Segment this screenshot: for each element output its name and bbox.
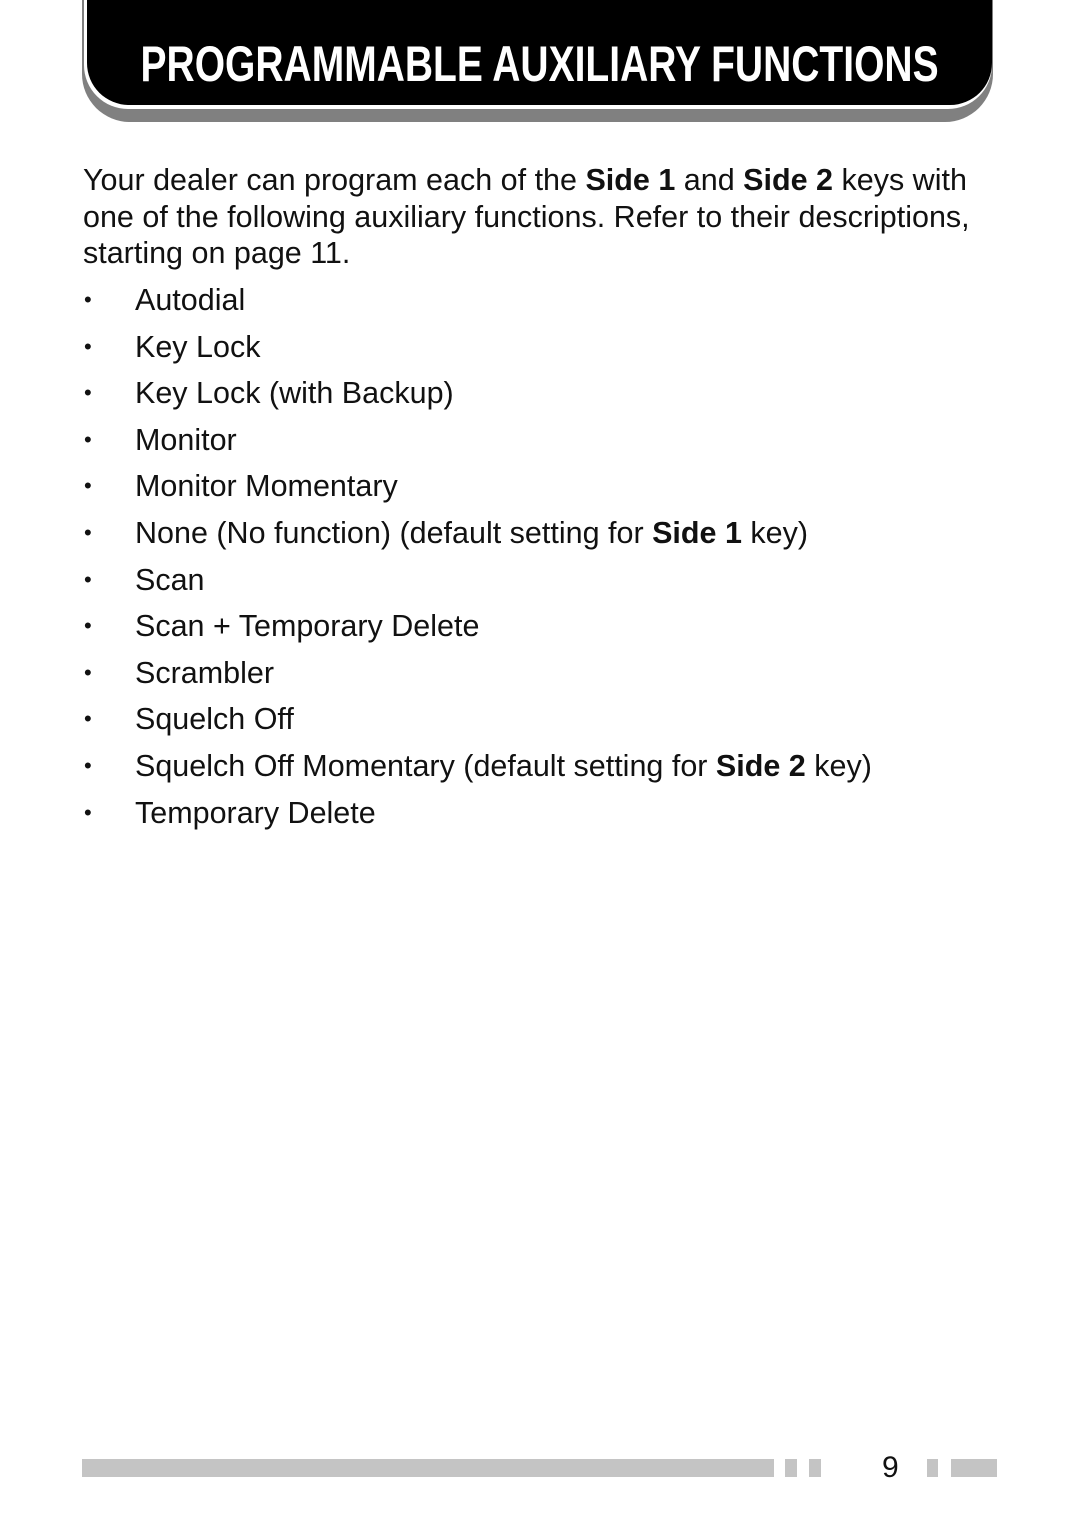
side-1-key-label: Side 1 — [652, 515, 742, 550]
function-label: Scan — [135, 562, 205, 597]
bullet-icon: • — [84, 799, 92, 825]
function-label: Key Lock (with Backup) — [135, 376, 454, 411]
bullet-icon: • — [84, 426, 92, 452]
bullet-icon: • — [84, 613, 92, 639]
function-text: None (No function) (default setting for — [135, 515, 653, 550]
function-suffix: key) — [741, 515, 809, 550]
function-label: Monitor Momentary — [135, 469, 398, 504]
function-label: Squelch Off Momentary (default setting f… — [135, 747, 872, 794]
section-header: PROGRAMMABLE AUXILIARY FUNCTIONS — [87, 0, 992, 105]
function-label: Scrambler — [135, 655, 274, 690]
list-item: • Key Lock (with Backup) — [83, 374, 872, 421]
function-label: None (No function) (default setting for … — [135, 514, 808, 561]
function-label: Key Lock — [135, 329, 261, 364]
list-item: • Scan — [83, 561, 872, 608]
side-2-key-label: Side 2 — [715, 748, 806, 783]
side-2-key-label: Side 2 — [743, 163, 834, 197]
bullet-icon: • — [84, 333, 92, 359]
list-item: • Scan + Temporary Delete — [83, 607, 872, 654]
bullet-icon: • — [84, 566, 92, 592]
list-item: • Temporary Delete — [83, 794, 872, 841]
list-item: • Squelch Off — [83, 700, 872, 747]
footer-bar-block — [809, 1459, 821, 1477]
bullet-icon: • — [84, 519, 92, 545]
intro-text-1: Your dealer can program each of the — [83, 163, 586, 197]
footer-bar-long — [82, 1459, 774, 1477]
bullet-icon: • — [84, 659, 92, 685]
bullet-icon: • — [84, 287, 92, 312]
list-item: • None (No function) (default setting for… — [83, 514, 872, 561]
function-suffix: key) — [805, 748, 872, 783]
intro-text-2: and — [675, 163, 744, 197]
list-item: • Autodial — [83, 281, 872, 328]
page-number: 9 — [882, 1451, 899, 1484]
function-label: Squelch Off — [135, 702, 294, 737]
function-label: Monitor — [135, 422, 237, 457]
bullet-icon: • — [84, 473, 92, 499]
function-label: Scan + Temporary Delete — [135, 609, 480, 644]
intro-paragraph: Your dealer can program each of the Side… — [83, 162, 1003, 272]
list-item: • Monitor Momentary — [83, 467, 872, 514]
function-label: Temporary Delete — [135, 795, 376, 830]
function-list: • Autodial • Key Lock • Key Lock (with Back… — [83, 281, 872, 840]
function-label: Autodial — [135, 283, 246, 317]
page-title: PROGRAMMABLE AUXILIARY FUNCTIONS — [140, 35, 939, 92]
bullet-icon: • — [84, 706, 92, 732]
list-item: • Key Lock — [83, 328, 872, 375]
footer-bar-end — [951, 1459, 997, 1477]
footer-bar-block — [785, 1459, 797, 1477]
list-item: • Squelch Off Momentary (default setting … — [83, 747, 872, 794]
footer-bar-block — [927, 1459, 938, 1477]
bullet-icon: • — [84, 752, 92, 778]
function-text: Squelch Off Momentary (default setting f… — [135, 748, 716, 783]
list-item: • Monitor — [83, 421, 872, 468]
side-1-key-label: Side 1 — [585, 163, 676, 197]
bullet-icon: • — [84, 380, 92, 406]
list-item: • Scrambler — [83, 654, 872, 701]
